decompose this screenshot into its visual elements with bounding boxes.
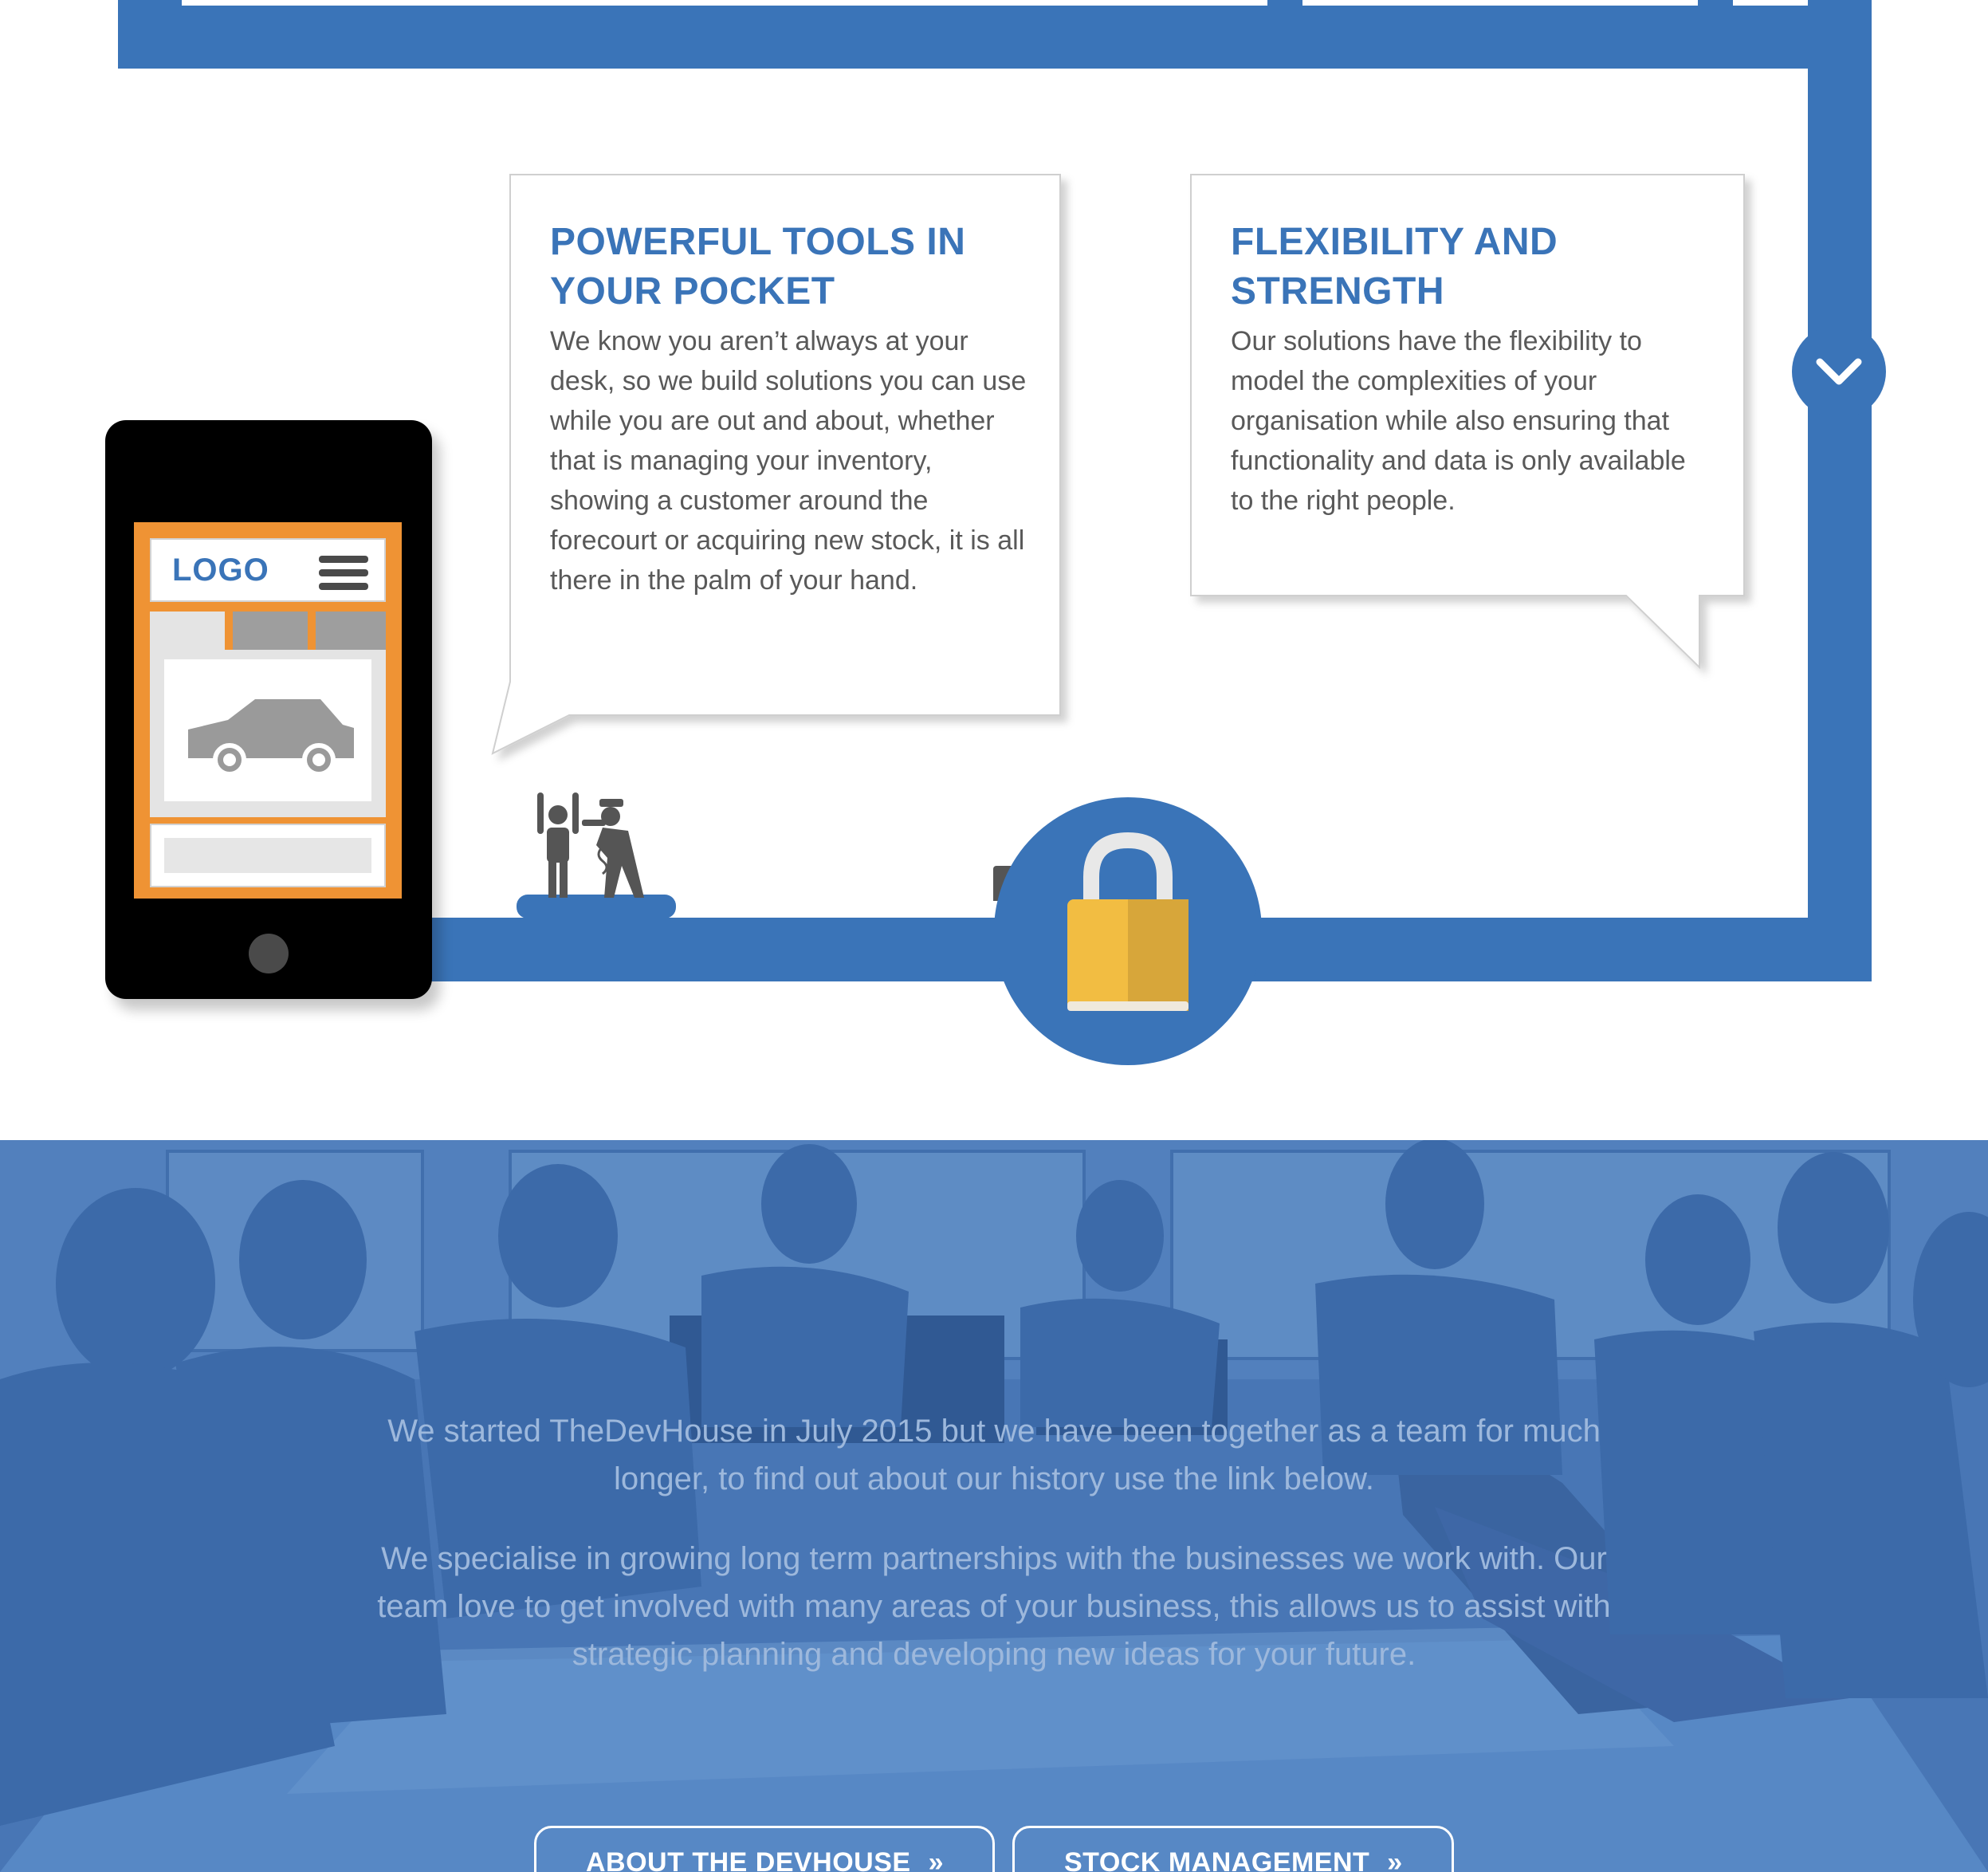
phone-footer-bar <box>164 838 371 873</box>
phone-mockup: LOGO <box>105 420 432 999</box>
double-chevron-right-icon: » <box>1387 1847 1403 1872</box>
phone-tab <box>233 612 308 650</box>
padlock-icon <box>1067 832 1188 1011</box>
stock-management-button[interactable]: STOCK MANAGEMENT » <box>1012 1826 1454 1872</box>
phone-app-footer <box>150 824 386 887</box>
hamburger-menu-icon <box>319 556 368 591</box>
previous-card-edge <box>182 0 1267 6</box>
about-partnership-text: We specialise in growing long term partn… <box>377 1541 1611 1672</box>
security-lock-badge <box>994 797 1262 1065</box>
phone-tabs <box>150 612 386 650</box>
phone-logo: LOGO <box>172 553 269 588</box>
phone-content-panel <box>150 650 386 817</box>
team-photo-background <box>0 1140 1988 1872</box>
feature-title: FLEXIBILITY AND STRENGTH <box>1231 221 1558 313</box>
feature-description: We know you aren’t always at your desk, … <box>550 326 1027 596</box>
phone-app-header: LOGO <box>150 538 386 602</box>
team-photo-section <box>0 1140 1988 1872</box>
phone-content-card <box>164 659 371 801</box>
about-devhouse-button[interactable]: ABOUT THE DEVHOUSE » <box>534 1826 995 1872</box>
track-top-bar <box>118 0 1872 69</box>
previous-card-edge <box>1302 0 1698 6</box>
track-right-bar <box>1808 0 1872 981</box>
scroll-down-button[interactable] <box>1792 324 1886 419</box>
phone-tab <box>150 612 225 650</box>
double-chevron-right-icon: » <box>928 1847 945 1872</box>
button-label: ABOUT THE DEVHOUSE <box>586 1847 911 1872</box>
chevron-down-icon <box>1816 358 1862 385</box>
about-intro-text: We started TheDevHouse in July 2015 but … <box>387 1414 1601 1496</box>
thief-and-police-icon <box>517 792 676 918</box>
feature-card-pocket-tools: POWERFUL TOOLS IN YOUR POCKET We know yo… <box>491 173 1065 763</box>
feature-card-flexibility: FLEXIBILITY AND STRENGTH Our solutions h… <box>1189 173 1757 675</box>
car-icon <box>188 699 354 776</box>
phone-screen: LOGO <box>134 522 402 899</box>
phone-home-button <box>249 934 289 973</box>
button-label: STOCK MANAGEMENT <box>1064 1847 1370 1872</box>
phone-tab <box>316 612 386 650</box>
feature-title: POWERFUL TOOLS IN YOUR POCKET <box>550 221 966 313</box>
feature-description: Our solutions have the flexibility to mo… <box>1231 326 1686 516</box>
